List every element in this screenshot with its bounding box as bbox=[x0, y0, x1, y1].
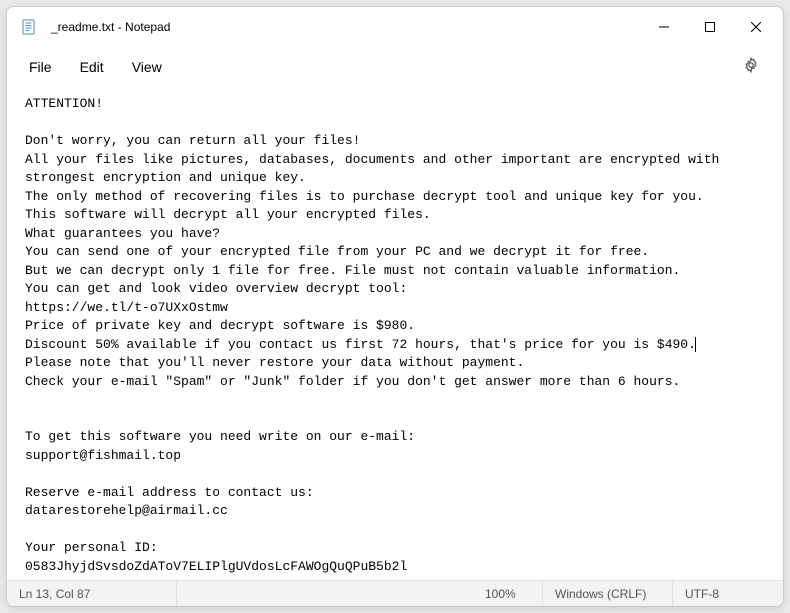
text-line: To get this software you need write on o… bbox=[25, 429, 415, 444]
minimize-button[interactable] bbox=[641, 7, 687, 47]
text-line: Price of private key and decrypt softwar… bbox=[25, 318, 415, 333]
text-line: But we can decrypt only 1 file for free.… bbox=[25, 263, 680, 278]
close-button[interactable] bbox=[733, 7, 779, 47]
status-encoding: UTF-8 bbox=[673, 581, 783, 606]
text-line: https://we.tl/t-o7UXxOstmw bbox=[25, 300, 228, 315]
statusbar: Ln 13, Col 87 100% Windows (CRLF) UTF-8 bbox=[7, 580, 783, 606]
window-controls bbox=[641, 7, 779, 47]
text-line: Reserve e-mail address to contact us: bbox=[25, 485, 314, 500]
text-line: Check your e-mail "Spam" or "Junk" folde… bbox=[25, 374, 680, 389]
text-cursor bbox=[695, 337, 696, 352]
window-title: _readme.txt - Notepad bbox=[51, 20, 641, 34]
status-zoom[interactable]: 100% bbox=[473, 581, 543, 606]
menu-file[interactable]: File bbox=[15, 53, 66, 81]
notepad-app-icon bbox=[21, 19, 37, 35]
menubar: File Edit View bbox=[7, 47, 783, 87]
text-line: Discount 50% available if you contact us… bbox=[25, 337, 696, 352]
text-line: datarestorehelp@airmail.cc bbox=[25, 503, 228, 518]
text-line: All your files like pictures, databases,… bbox=[25, 152, 727, 186]
status-position: Ln 13, Col 87 bbox=[7, 581, 177, 606]
text-line: 0583JhyjdSvsdoZdAToV7ELIPlgUVdosLcFAWOgQ… bbox=[25, 559, 407, 574]
text-line: ATTENTION! bbox=[25, 96, 103, 111]
text-line: Your personal ID: bbox=[25, 540, 158, 555]
text-line: This software will decrypt all your encr… bbox=[25, 207, 431, 222]
notepad-window: _readme.txt - Notepad File Edit View ATT… bbox=[6, 6, 784, 607]
text-line: support@fishmail.top bbox=[25, 448, 181, 463]
status-eol: Windows (CRLF) bbox=[543, 581, 673, 606]
text-line: Don't worry, you can return all your fil… bbox=[25, 133, 360, 148]
menu-edit[interactable]: Edit bbox=[66, 53, 118, 81]
text-line: The only method of recovering files is t… bbox=[25, 189, 704, 204]
gear-icon bbox=[743, 57, 759, 78]
text-line: Please note that you'll never restore yo… bbox=[25, 355, 524, 370]
text-line: What guarantees you have? bbox=[25, 226, 220, 241]
settings-button[interactable] bbox=[733, 49, 769, 85]
text-line: You can get and look video overview decr… bbox=[25, 281, 407, 296]
titlebar[interactable]: _readme.txt - Notepad bbox=[7, 7, 783, 47]
text-editor-area[interactable]: ATTENTION! Don't worry, you can return a… bbox=[7, 87, 783, 580]
maximize-button[interactable] bbox=[687, 7, 733, 47]
menu-view[interactable]: View bbox=[118, 53, 176, 81]
text-line: You can send one of your encrypted file … bbox=[25, 244, 649, 259]
